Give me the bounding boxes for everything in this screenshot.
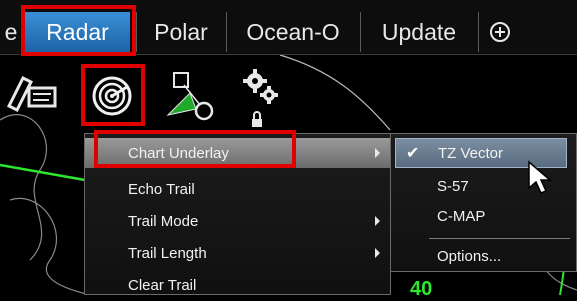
submenu-item-label: Options... [437,247,502,265]
menu-item-trail-mode[interactable]: Trail Mode [85,206,390,236]
tab-label: Update [381,18,457,45]
menu-item-chart-underlay[interactable]: Chart Underlay [85,138,390,168]
submenu-arrow-icon [375,248,380,258]
submenu-item-options[interactable]: Options... [391,241,576,271]
tab-bar: e Radar Polar Ocean-O Update [0,0,577,55]
tab-label: Ocean-O [246,18,340,45]
radar-context-menu: Chart Underlay Echo Trail Trail Mode Tra… [84,133,391,295]
menu-item-label: Chart Underlay [128,144,229,162]
ship-vector-button[interactable] [158,67,218,123]
tab-polar[interactable]: Polar [136,12,225,52]
draw-tools-button[interactable] [0,67,62,117]
settings-button[interactable] [238,63,284,129]
menu-separator [429,238,570,239]
map-depth-value: 40 [410,278,433,300]
toolbar [0,55,577,130]
menu-item-echo-trail[interactable]: Echo Trail [85,174,390,204]
tab-radar[interactable]: Radar [25,12,130,52]
submenu-arrow-icon [375,148,380,158]
submenu-arrow-icon [375,216,380,226]
plus-circle-icon [490,22,510,42]
submenu-item-label: TZ Vector [438,144,504,162]
tab-label: Radar [46,18,109,45]
ship-vector-icon [166,72,214,121]
menu-item-clear-trail[interactable]: Clear Trail [85,270,390,300]
tab-partial[interactable]: e [0,12,22,52]
draw-tools-icon [6,75,57,112]
menu-item-label: Clear Trail [128,276,197,294]
mouse-cursor-icon [528,160,553,194]
menu-item-label: Trail Length [128,244,207,262]
submenu-item-c-map[interactable]: C-MAP [391,201,576,231]
settings-locked-icon [243,69,278,127]
checkmark-icon: ✔ [406,145,420,162]
menu-item-label: Trail Mode [128,212,199,230]
submenu-item-label: S-57 [437,177,469,195]
radar-overlay-icon [92,76,132,116]
chart-underlay-submenu: ✔ TZ Vector S-57 C-MAP Options... [390,133,577,272]
menu-item-label: Echo Trail [128,180,195,198]
tab-label: e [4,18,18,45]
tab-label: Polar [154,18,208,45]
menu-item-trail-length[interactable]: Trail Length [85,238,390,268]
submenu-item-label: C-MAP [437,207,486,225]
tab-ocean-o[interactable]: Ocean-O [226,12,359,52]
tab-update[interactable]: Update [360,12,477,52]
add-tab-button[interactable] [478,12,521,52]
radar-overlay-button[interactable] [86,70,138,122]
